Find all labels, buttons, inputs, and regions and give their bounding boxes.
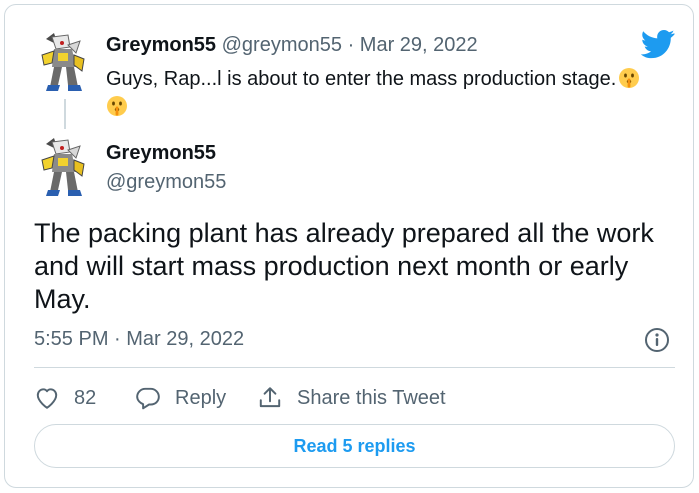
info-icon[interactable] <box>644 327 670 353</box>
avatar[interactable] <box>38 31 88 91</box>
heart-icon <box>36 388 58 409</box>
share-label: Share this Tweet <box>297 386 446 409</box>
read-replies-button[interactable]: Read 5 replies <box>34 424 675 468</box>
reply-button[interactable]: Reply <box>135 383 226 413</box>
shushing-face-emoji-icon <box>106 95 128 117</box>
share-button[interactable]: Share this Tweet <box>257 383 446 413</box>
divider <box>34 367 675 368</box>
thread-connector-line <box>64 99 66 129</box>
speech-bubble-icon <box>136 387 160 410</box>
share-upload-icon <box>259 387 281 408</box>
main-tweet-text: The packing plant has already prepared a… <box>34 218 654 314</box>
reply-label: Reply <box>175 386 227 409</box>
shushing-face-emoji-icon <box>618 67 640 89</box>
tweet-timestamp[interactable]: 5:55 PM · Mar 29, 2022 <box>34 328 244 351</box>
tweet-embed-card: Greymon55 @greymon55 · Mar 29, 2022 Guys… <box>4 4 694 488</box>
header-separator: · <box>347 34 355 56</box>
twitter-bird-icon[interactable] <box>641 29 675 59</box>
parent-tweet-date[interactable]: Mar 29, 2022 <box>360 34 478 56</box>
parent-author-handle[interactable]: @greymon55 <box>222 34 342 56</box>
parent-tweet-text: Guys, Rap...l is about to enter the mass… <box>106 68 617 90</box>
parent-author-name[interactable]: Greymon55 <box>106 34 216 56</box>
parent-tweet-header: Greymon55 @greymon55 · Mar 29, 2022 <box>106 34 478 57</box>
parent-tweet-text-block: Guys, Rap...l is about to enter the mass… <box>106 65 654 121</box>
main-author-handle[interactable]: @greymon55 <box>106 171 226 194</box>
main-author-name[interactable]: Greymon55 <box>106 142 216 165</box>
avatar[interactable] <box>38 136 88 196</box>
like-button[interactable]: 82 <box>34 383 96 413</box>
like-count: 82 <box>74 386 97 409</box>
